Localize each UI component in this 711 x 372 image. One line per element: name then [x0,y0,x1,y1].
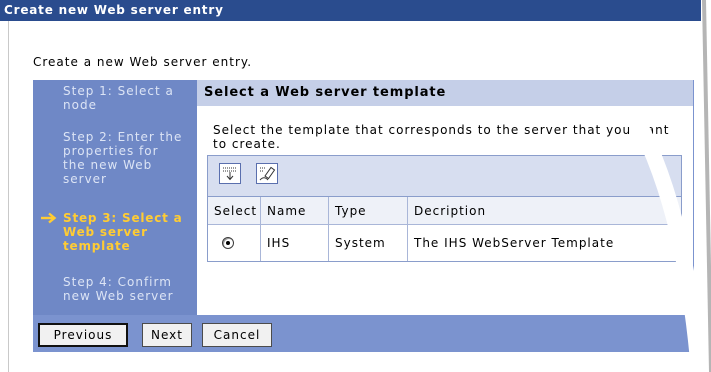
wizard-steps-panel: Step 1: Select a node Step 2: Enter the … [33,80,197,315]
column-header-select: Select [208,197,261,224]
table-header-row: Select Name Type Decription [208,197,681,225]
step-header-band: Select a Web server template [197,80,693,106]
select-all-icon [219,163,241,184]
cancel-button[interactable]: Cancel [202,323,272,347]
column-header-name: Name [261,197,329,224]
template-radio[interactable] [222,237,234,249]
portlet-title-bar: Create new Web server entry [0,0,701,21]
admin-console-page: { "window": { "title": "Create new Web s… [0,0,711,372]
table-row: IHS System The IHS WebServer Template [208,225,681,261]
table-toolbar [208,156,681,197]
portlet-title: Create new Web server entry [4,3,224,17]
deselect-all-button[interactable] [256,163,278,184]
type-cell: System [329,225,408,261]
column-header-description: Decription [414,203,487,218]
step-instructions: Select the template that corresponds to … [213,123,670,151]
column-header-type: Type [329,197,408,224]
page-description: Create a new Web server entry. [33,55,253,69]
previous-button[interactable]: Previous [38,323,128,347]
wizard-main-panel: Select a Web server template Select the … [197,80,694,315]
next-button[interactable]: Next [142,323,192,347]
wizard-button-bar: Previous Next Cancel [33,315,694,352]
select-cell [208,225,261,261]
wizard-step-1: Step 1: Select a node [63,84,174,112]
description-cell: The IHS WebServer Template [414,236,615,250]
deselect-all-icon [256,163,278,184]
arrow-right-icon [41,212,57,224]
wizard-step-3: Step 3: Select a Web server template [63,211,183,253]
select-all-button[interactable] [219,163,241,184]
wizard: Step 1: Select a node Step 2: Enter the … [33,80,694,352]
portlet-left-border [8,21,9,372]
wizard-step-2: Step 2: Enter the properties for the new… [63,130,183,186]
step-title: Select a Web server template [204,85,447,100]
wizard-step-4: Step 4: Confirm new Web server [63,275,174,303]
name-cell: IHS [261,225,329,261]
template-table: Select Name Type Decription IHS System T… [207,155,682,262]
